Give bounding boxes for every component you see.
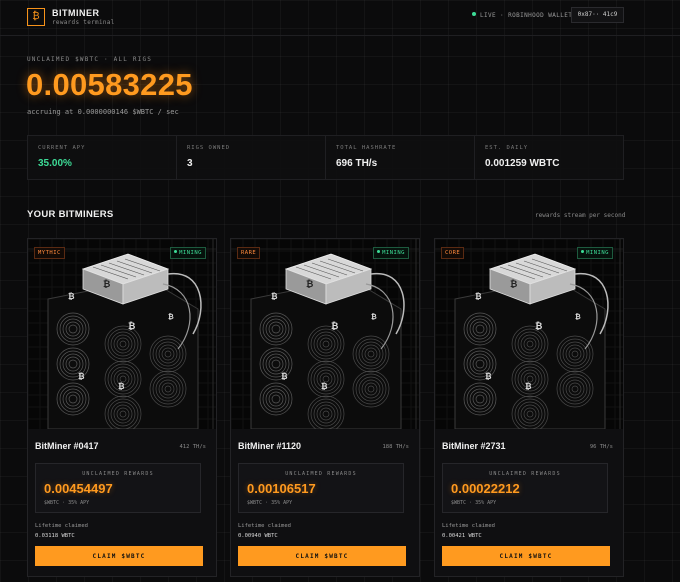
svg-text:₿: ₿ [485, 372, 492, 381]
miner-hashrate: 412 TH/s [179, 444, 207, 450]
accrual-rate: accruing at 0.0000000146 $WBTC / sec [27, 108, 179, 116]
svg-text:₿: ₿ [306, 279, 313, 290]
stat-label: TOTAL HASHRATE [336, 145, 397, 151]
svg-text:₿: ₿ [103, 279, 110, 290]
svg-text:₿: ₿ [535, 321, 542, 332]
section-note: rewards stream per second [535, 212, 626, 219]
mining-status-badge: MINING [373, 247, 409, 259]
svg-text:₿: ₿ [271, 292, 278, 301]
mining-status-badge: MINING [577, 247, 613, 259]
unclaimed-rewards-box: UNCLAIMED REWARDS 0.00454497 $WBTC · 35%… [35, 463, 201, 513]
rewards-subtext: $WBTC · 35% APY [44, 500, 90, 506]
bitcoin-logo-icon: ₿ [27, 8, 45, 26]
wallet-address-button[interactable]: 0x87·· 41c9 [571, 7, 624, 23]
brand-name: BITMINER [52, 8, 100, 18]
rewards-label: UNCLAIMED REWARDS [285, 471, 357, 477]
rewards-subtext: $WBTC · 35% APY [451, 500, 497, 506]
mining-status-label: MINING [179, 250, 202, 256]
miner-name: BitMiner #2731 [442, 441, 506, 451]
miner-image: ₿ ₿ ₿ ₿ ₿ ₿ [28, 239, 216, 429]
stat-current-apy: CURRENT APY 35.00% [28, 136, 177, 179]
stats-bar: CURRENT APY 35.00% RIGS OWNED 3 TOTAL HA… [27, 135, 624, 180]
lifetime-value: 0.03118 WBTC [35, 533, 75, 539]
svg-text:₿: ₿ [281, 372, 288, 381]
stat-est-daily: EST. DAILY 0.001259 WBTC [475, 136, 623, 179]
mining-status-badge: MINING [170, 247, 206, 259]
stat-value: 0.001259 WBTC [485, 158, 560, 169]
mining-status-label: MINING [586, 250, 609, 256]
lifetime-label: Lifetime claimed [238, 523, 291, 529]
miner-image: ₿ ₿ ₿ ₿ ₿ ₿ [435, 239, 623, 429]
rewards-label: UNCLAIMED REWARDS [489, 471, 561, 477]
top-bar: ₿ BITMINER rewards terminal LIVE · ROBIN… [0, 0, 680, 36]
claim-button[interactable]: CLAIM $WBTC [442, 546, 610, 566]
lifetime-value: 0.00421 WBTC [442, 533, 482, 539]
svg-text:₿: ₿ [168, 313, 174, 321]
live-status: LIVE · ROBINHOOD WALLET [472, 12, 572, 19]
stat-value: 696 TH/s [336, 158, 378, 169]
stat-total-hashrate: TOTAL HASHRATE 696 TH/s [326, 136, 475, 179]
mining-status-label: MINING [382, 250, 405, 256]
rarity-badge: MYTHIC [34, 247, 65, 259]
claim-button[interactable]: CLAIM $WBTC [35, 546, 203, 566]
brand-subtitle: rewards terminal [52, 19, 115, 26]
miner-name: BitMiner #0417 [35, 441, 99, 451]
lifetime-label: Lifetime claimed [442, 523, 495, 529]
miner-image: ₿ ₿ ₿ ₿ ₿ ₿ [231, 239, 419, 429]
lifetime-label: Lifetime claimed [35, 523, 88, 529]
rarity-badge: RARE [237, 247, 261, 259]
section-title: YOUR BITMINERS [27, 209, 114, 220]
svg-text:₿: ₿ [510, 279, 517, 290]
svg-text:₿: ₿ [321, 382, 328, 391]
rewards-subtext: $WBTC · 35% APY [247, 500, 293, 506]
miner-card: ₿ ₿ ₿ ₿ ₿ ₿ CORE MINING BitMiner #2731 96 TH/… [434, 238, 624, 577]
miner-hashrate: 188 TH/s [382, 444, 410, 450]
stat-rigs-owned: RIGS OWNED 3 [177, 136, 326, 179]
miner-card: ₿ ₿ ₿ ₿ ₿ ₿ RARE MINING BitMiner #1120 188 TH… [230, 238, 420, 577]
unclaimed-rewards-box: UNCLAIMED REWARDS 0.00022212 $WBTC · 35%… [442, 463, 608, 513]
svg-text:₿: ₿ [118, 382, 125, 391]
rewards-value: 0.00022212 [451, 481, 520, 496]
svg-text:₿: ₿ [575, 313, 581, 321]
rewards-label: UNCLAIMED REWARDS [82, 471, 154, 477]
svg-text:₿: ₿ [331, 321, 338, 332]
svg-text:₿: ₿ [68, 292, 75, 301]
svg-text:₿: ₿ [525, 382, 532, 391]
unclaimed-rewards-box: UNCLAIMED REWARDS 0.00106517 $WBTC · 35%… [238, 463, 404, 513]
svg-text:₿: ₿ [371, 313, 377, 321]
miner-card: ₿ ₿ ₿ ₿ ₿ ₿ MYTHIC MINING BitMiner #0417 412 … [27, 238, 217, 577]
rewards-value: 0.00454497 [44, 481, 113, 496]
unclaimed-total: 0.00583225 [26, 67, 193, 102]
stat-value: 3 [187, 158, 193, 169]
stat-label: CURRENT APY [38, 145, 86, 151]
live-status-label: LIVE · ROBINHOOD WALLET [480, 12, 573, 19]
claim-button[interactable]: CLAIM $WBTC [238, 546, 406, 566]
svg-text:₿: ₿ [128, 321, 135, 332]
stat-value: 35.00% [38, 158, 72, 169]
mining-dot-icon [174, 250, 178, 253]
mining-dot-icon [377, 250, 381, 253]
miner-name: BitMiner #1120 [238, 441, 302, 451]
rarity-badge: CORE [441, 247, 465, 259]
live-dot-icon [472, 12, 476, 16]
unclaimed-eyebrow: UNCLAIMED $WBTC · ALL RIGS [27, 56, 153, 63]
stat-label: EST. DAILY [485, 145, 529, 151]
svg-text:₿: ₿ [475, 292, 482, 301]
mining-dot-icon [581, 250, 585, 253]
stat-label: RIGS OWNED [187, 145, 231, 151]
miner-hashrate: 96 TH/s [589, 444, 613, 450]
svg-text:₿: ₿ [78, 372, 85, 381]
rewards-value: 0.00106517 [247, 481, 316, 496]
lifetime-value: 0.00940 WBTC [238, 533, 278, 539]
